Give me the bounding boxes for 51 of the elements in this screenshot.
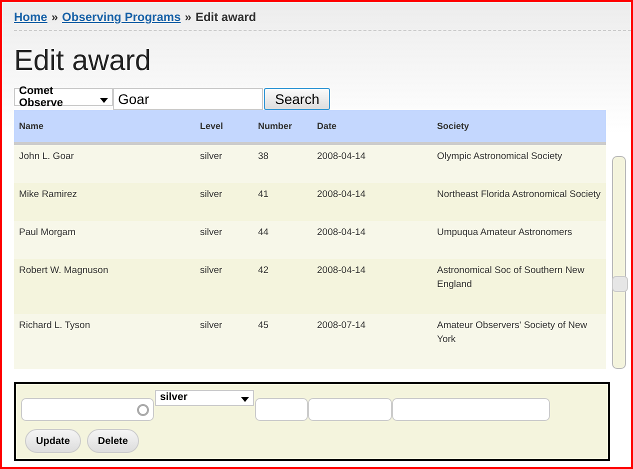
caret-icon [241,397,249,402]
table-cell: Umpuqua Amateur Astronomers [432,220,606,259]
scrollbar[interactable] [612,156,626,369]
table-cell: 42 [253,258,312,314]
column-header: Number [253,110,312,143]
table-cell: Mike Ramirez [14,182,195,221]
table-cell: silver [195,143,253,183]
table-cell: Olympic Astronomical Society [432,143,606,183]
scroll-thumb[interactable] [612,276,628,292]
table-cell: Northeast Florida Astronomical Society [432,182,606,221]
column-header: Society [432,110,606,143]
search-button[interactable]: Search [264,88,330,110]
page-title: Edit award [14,45,152,78]
table-cell: silver [195,258,253,314]
breadcrumb-current: Edit award [195,10,256,24]
table-cell: Astronomical Soc of Southern New England [432,258,606,314]
table-cell: 45 [253,314,312,369]
table-cell: 38 [253,143,312,183]
table-cell: 2008-04-14 [312,220,432,259]
search-field[interactable]: Goar [113,88,263,110]
table-cell: 44 [253,220,312,259]
caret-icon [100,98,108,102]
table-cell: 41 [253,182,312,221]
date-field[interactable] [308,398,392,421]
program-select[interactable]: Comet Observe [14,88,113,106]
delete-button[interactable]: Delete [86,429,139,453]
breadcrumb-separator: » [184,10,192,24]
table-cell: silver [195,220,253,259]
breadcrumb-link[interactable]: Observing Programs [62,10,181,24]
table-cell: 2008-04-14 [312,143,432,183]
table-cell: Paul Morgam [14,220,195,259]
column-header: Level [195,110,253,143]
circle-icon [137,404,149,416]
table-cell: John L. Goar [14,143,195,183]
table-cell: Richard L. Tyson [14,314,195,369]
table-cell: 2008-07-14 [312,314,432,369]
table-cell: Robert W. Magnuson [14,258,195,314]
table-cell: 2008-04-14 [312,182,432,221]
table-cell: silver [195,314,253,369]
society-field[interactable] [392,398,550,421]
breadcrumb-separator: » [51,10,58,24]
column-header: Name [14,110,195,143]
column-header: Date [312,110,432,143]
table-cell: silver [195,182,253,221]
update-button[interactable]: Update [25,429,81,453]
breadcrumb-link[interactable]: Home [14,10,48,24]
name-field[interactable] [21,398,154,421]
level-select[interactable]: silver [155,390,254,406]
number-field[interactable] [255,398,308,421]
table-cell: 2008-04-14 [312,258,432,314]
table-cell: Amateur Observers' Society of New York [432,314,606,369]
